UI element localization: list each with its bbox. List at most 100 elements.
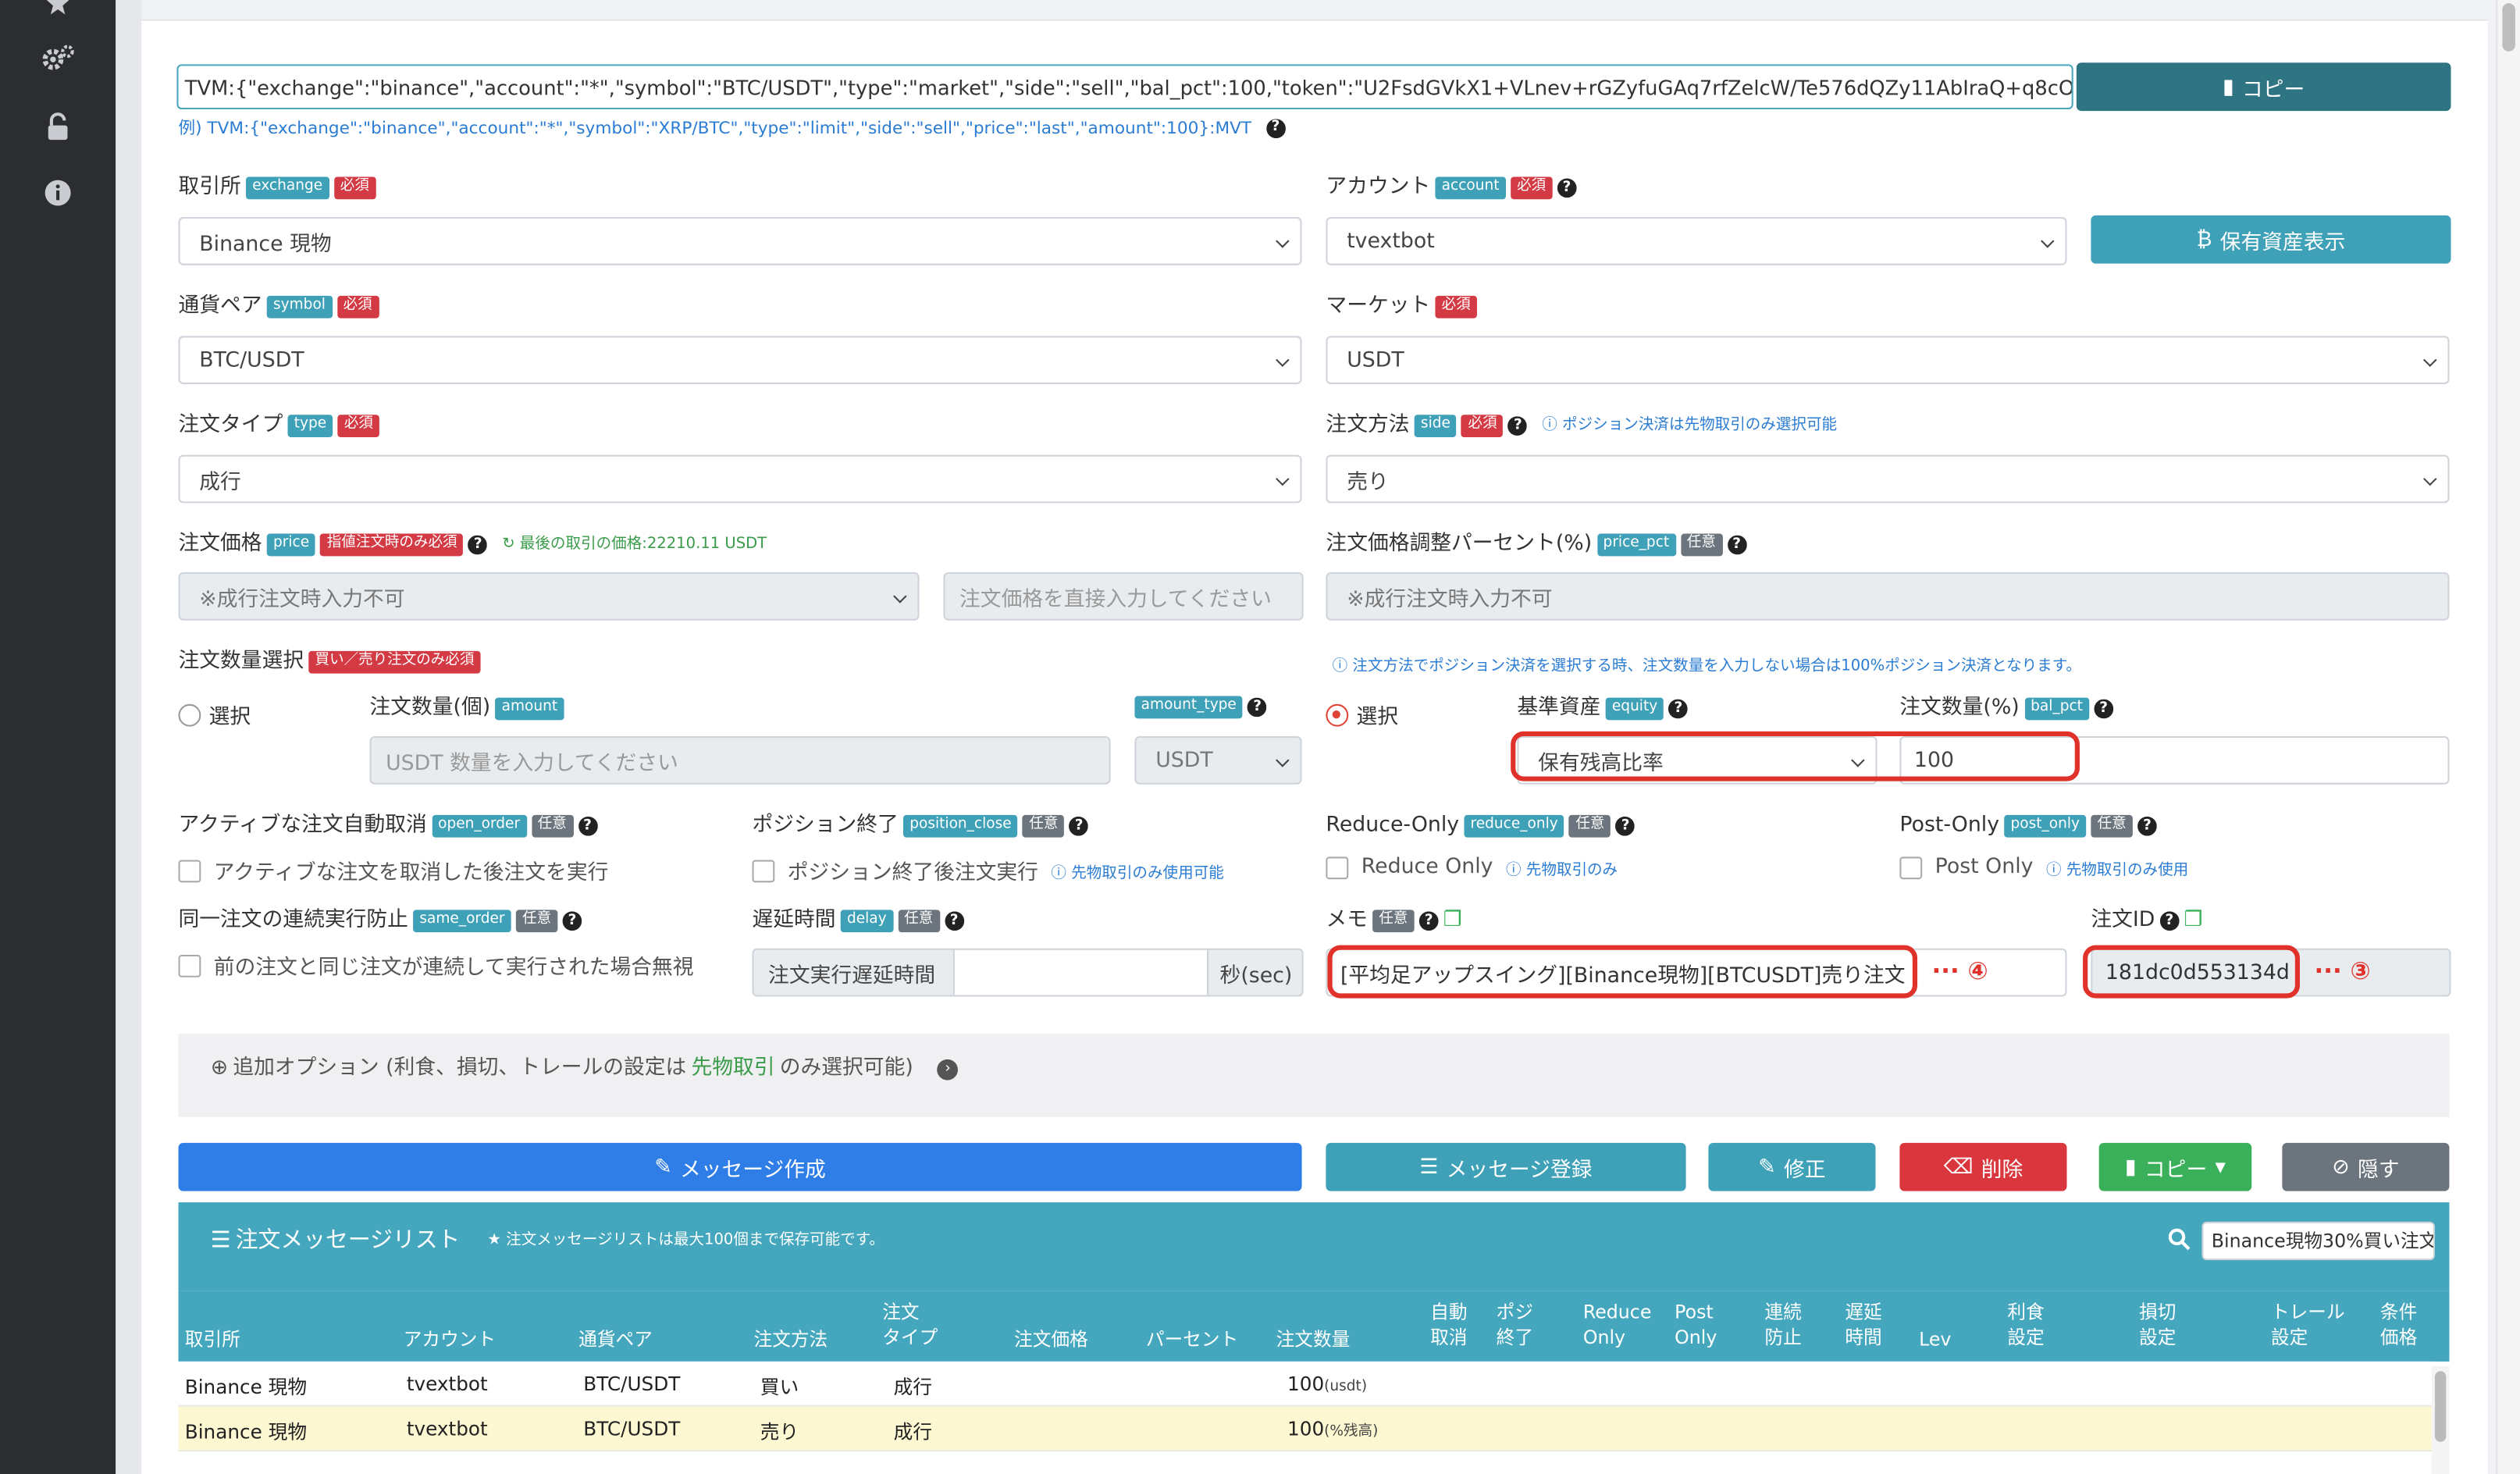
unlock-icon[interactable]	[35, 105, 80, 150]
help-icon[interactable]: ?	[2094, 699, 2114, 719]
account-select[interactable]: tvextbot	[1326, 216, 2067, 265]
amount-label: 注文数量(個) amount	[370, 696, 564, 722]
additional-options-toggle[interactable]: ⊕ 追加オプション (利食、損切、トレールの設定は 先物取引 のみ選択可能) ›	[211, 1056, 959, 1082]
type-select[interactable]: 成行	[178, 454, 1302, 504]
price-input[interactable]: 注文価格を直接入力してください	[943, 571, 1304, 621]
gears-icon[interactable]	[35, 35, 80, 80]
help-icon[interactable]: ?	[468, 535, 488, 555]
help-icon[interactable]: ?	[2159, 911, 2180, 931]
edit-button[interactable]: ✎ 修正	[1708, 1142, 1876, 1191]
table-header-cell[interactable]: 注文数量	[1276, 1326, 1351, 1352]
table-header-cell[interactable]: 利食 設定	[2007, 1299, 2044, 1351]
info-icon: ⓘ	[1506, 860, 1522, 879]
same-order-label: 同一注文の連続実行防止 same_order 任意?	[179, 908, 582, 934]
amount-type-label: amount_type?	[1134, 696, 1267, 719]
help-icon[interactable]: ?	[1508, 416, 1528, 436]
table-row[interactable]: Binance 現物 tvextbot BTC/USDT 売り 成行 100(%…	[178, 1406, 2432, 1452]
bal-pct-label: 注文数量(%) bal_pct?	[1899, 696, 2114, 722]
copy-dropdown-button[interactable]: ▮ コピー ▾	[2098, 1142, 2252, 1191]
table-header-cell[interactable]: 自動 取消	[1430, 1299, 1467, 1351]
position-close-checkbox[interactable]: ポジション終了後注文実行 ⓘ 先物取引のみ使用可能	[752, 855, 1224, 885]
help-icon[interactable]: ?	[562, 911, 582, 931]
table-header-cell[interactable]: 連続 防止	[1764, 1299, 1801, 1351]
side-select[interactable]: 売り	[1326, 454, 2450, 504]
search-icon[interactable]	[2168, 1228, 2191, 1257]
delete-button[interactable]: ⌫ 削除	[1899, 1142, 2067, 1191]
info-icon: ⓘ	[1332, 657, 1348, 675]
table-header-cell[interactable]: 取引所	[185, 1326, 240, 1352]
help-icon[interactable]: ?	[1069, 816, 1089, 836]
table-header-cell[interactable]: 通貨ペア	[578, 1326, 653, 1352]
table-header-cell[interactable]: Post Only	[1675, 1299, 1717, 1351]
memo-label: メモ 任意? ❐	[1326, 908, 1462, 934]
help-icon[interactable]: ?	[1557, 178, 1577, 198]
sidebar-rail	[116, 0, 142, 1474]
price-select[interactable]: ※成行注文時入力不可	[178, 571, 920, 621]
table-header-cell[interactable]: 損切 設定	[2139, 1299, 2176, 1351]
amount-type-select[interactable]: USDT	[1134, 735, 1302, 785]
table-header-cell[interactable]: 遅延 時間	[1845, 1299, 1881, 1351]
table-header-cell[interactable]: 注文方法	[754, 1326, 828, 1352]
copy-id-icon[interactable]: ❐	[2184, 908, 2202, 934]
create-message-button[interactable]: ✎ メッセージ作成	[178, 1142, 1302, 1191]
table-header-cell[interactable]: トレール 設定	[2271, 1299, 2345, 1351]
register-message-button[interactable]: ☰ メッセージ登録	[1326, 1142, 1686, 1191]
symbol-select[interactable]: BTC/USDT	[178, 336, 1302, 385]
same-order-checkbox[interactable]: 前の注文と同じ注文が連続して実行された場合無視	[178, 950, 694, 981]
message-example: 例) TVM:{"exchange":"binance","account":"…	[179, 116, 1286, 140]
exchange-select[interactable]: Binance 現物	[178, 216, 1302, 265]
annotation-4: ··· ④	[1931, 956, 1988, 986]
table-scrollbar[interactable]	[2431, 1366, 2450, 1474]
copy-message-button[interactable]: ▮ コピー	[2076, 62, 2451, 112]
help-icon[interactable]: ?	[578, 816, 597, 836]
table-header-cell[interactable]: Lev	[1919, 1326, 1951, 1352]
chevron-right-icon[interactable]: ›	[937, 1058, 959, 1080]
help-icon[interactable]: ?	[1418, 911, 1439, 931]
help-icon[interactable]: ?	[1668, 699, 1689, 719]
table-row[interactable]: Binance 現物 tvextbot BTC/USDT 買い 成行 100(u…	[178, 1361, 2432, 1407]
info-circle-icon[interactable]	[35, 170, 80, 215]
table-header-cell[interactable]: アカウント	[404, 1326, 496, 1352]
star-icon: ★	[487, 1231, 501, 1249]
order-id-label: 注文ID? ❐	[2091, 908, 2202, 934]
reduce-only-checkbox[interactable]: Reduce Only ⓘ 先物取引のみ	[1326, 855, 1618, 879]
help-icon[interactable]: ?	[2137, 816, 2157, 836]
table-header-cell[interactable]: パーセント	[1146, 1326, 1238, 1352]
eraser-icon: ⌫	[1943, 1155, 1974, 1180]
bitcoin-icon: ₿	[2196, 228, 2212, 253]
help-icon[interactable]: ?	[1265, 118, 1286, 138]
market-select[interactable]: USDT	[1326, 336, 2450, 385]
amount-input[interactable]: USDT 数量を入力してください	[369, 735, 1111, 785]
help-icon[interactable]: ?	[1615, 816, 1636, 836]
balance-radio[interactable]: 選択	[1326, 700, 1398, 730]
star-icon[interactable]	[35, 0, 80, 26]
page-scrollbar[interactable]	[2496, 0, 2520, 1474]
delay-prefix: 注文実行遅延時間	[752, 948, 955, 997]
amount-select-label: 注文数量選択 買い／売り注文のみ必須	[179, 650, 481, 675]
exchange-label: 取引所 exchange 必須	[179, 175, 376, 201]
help-icon[interactable]: ?	[1248, 697, 1267, 717]
post-only-checkbox[interactable]: Post Only ⓘ 先物取引のみ使用	[1899, 855, 2188, 879]
amount-radio[interactable]: 選択	[178, 700, 251, 730]
table-header-cell[interactable]: 注文 タイプ	[882, 1299, 938, 1351]
radio-on[interactable]	[1326, 703, 1349, 726]
table-header-cell[interactable]: 条件 価格	[2380, 1299, 2417, 1351]
help-icon[interactable]: ?	[944, 911, 964, 931]
table-header-cell[interactable]: Reduce Only	[1583, 1299, 1652, 1351]
price-pct-input[interactable]: ※成行注文時入力不可	[1326, 571, 2450, 621]
message-output[interactable]: TVM:{"exchange":"binance","account":"*",…	[176, 64, 2073, 110]
side-label: 注文方法 side 必須? ⓘ ポジション決済は先物取引のみ選択可能	[1326, 413, 1837, 439]
price-label: 注文価格 price 指値注文時のみ必須? ↻ 最後の取引の価格:22210.11 U…	[179, 532, 767, 557]
search-input[interactable]: Binance現物30%買い注文	[2201, 1221, 2435, 1261]
open-order-checkbox[interactable]: アクティブな注文を取消した後注文を実行	[178, 855, 609, 885]
info-icon: ⓘ	[2045, 860, 2062, 879]
copy-memo-icon[interactable]: ❐	[1443, 908, 1462, 934]
refresh-icon[interactable]: ↻	[502, 532, 514, 557]
table-header-cell[interactable]: 注文価格	[1014, 1326, 1088, 1352]
radio-off[interactable]	[178, 703, 201, 726]
help-icon[interactable]: ?	[1727, 535, 1747, 555]
show-assets-button[interactable]: ₿ 保有資産表示	[2091, 215, 2451, 264]
table-header-cell[interactable]: ポジ 終了	[1497, 1299, 1533, 1351]
delay-input[interactable]	[952, 948, 1209, 997]
hide-button[interactable]: ⊘ 隠す	[2282, 1142, 2450, 1191]
